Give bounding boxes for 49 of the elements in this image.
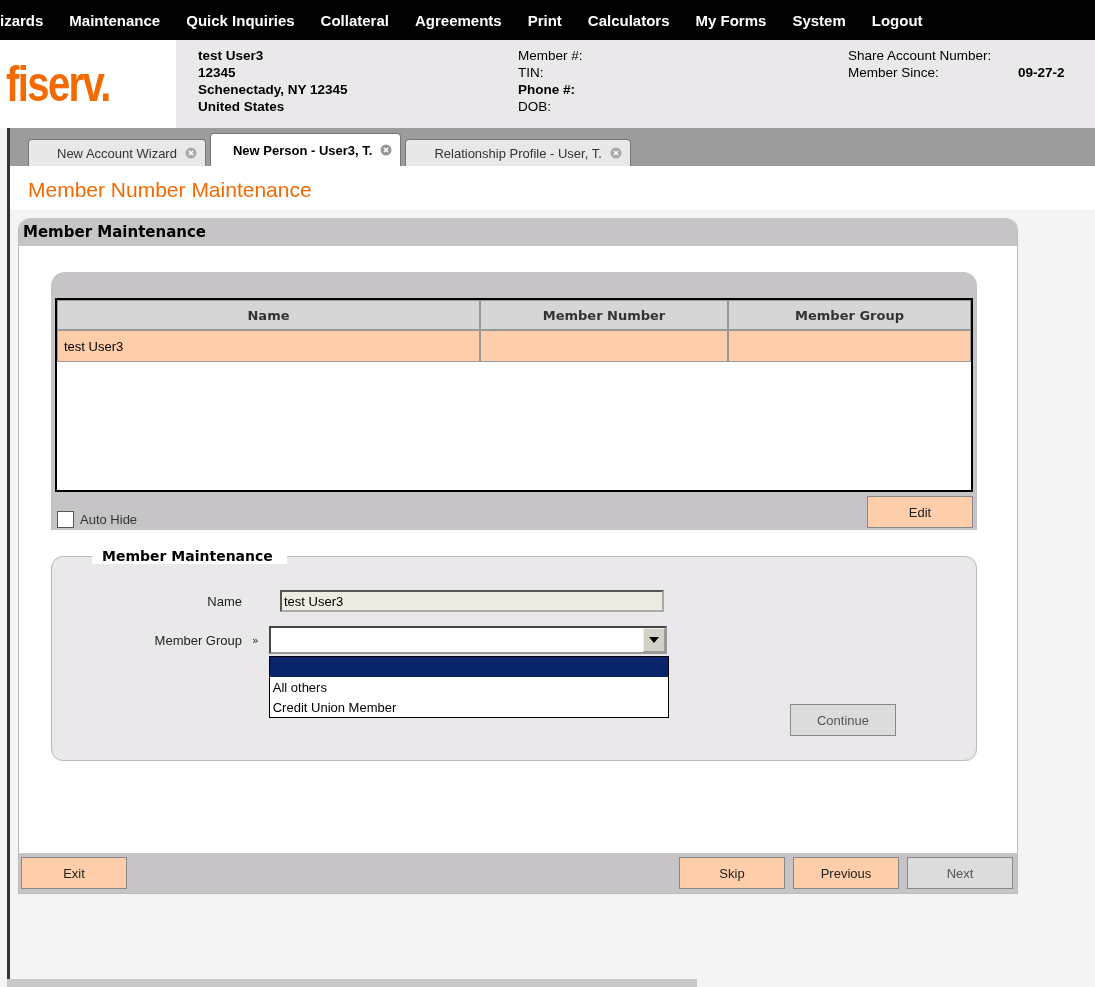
tab[interactable]: New Person - User3, T. <box>209 133 402 166</box>
caret-icon <box>648 637 659 643</box>
column-header: Member Group <box>728 300 971 330</box>
close-icon[interactable] <box>380 144 393 156</box>
table-cell[interactable]: test User3 <box>57 330 480 362</box>
logo: fiserv. <box>6 55 110 113</box>
panel-title: Member Maintenance <box>19 218 1017 246</box>
menu-item[interactable]: izards <box>0 11 44 29</box>
page-title: Member Number Maintenance <box>28 178 313 202</box>
column-header: Member Number <box>480 300 728 330</box>
required-marker: » <box>252 633 259 647</box>
table-cell[interactable] <box>480 330 728 362</box>
name-field[interactable]: test User3 <box>280 590 664 612</box>
account-field-label: Member Since: <box>848 65 940 80</box>
menu-item[interactable]: Logout <box>871 11 923 29</box>
column-header: Name <box>57 300 480 330</box>
member-field-label: Phone #: <box>518 82 576 97</box>
table-cell[interactable] <box>728 330 971 362</box>
edit-button[interactable]: Edit <box>867 496 973 528</box>
menu-item[interactable]: Print <box>527 11 562 29</box>
address-line: United States <box>198 99 286 114</box>
menu-item[interactable]: Maintenance <box>69 11 161 29</box>
footer-button[interactable]: Previous <box>793 857 899 889</box>
footer-button[interactable]: Exit <box>21 857 127 889</box>
member-field-label: Member #: <box>518 48 584 63</box>
address-line: Schenectady, NY 12345 <box>198 82 349 97</box>
address-line: test User3 <box>198 48 265 63</box>
scrollbar[interactable] <box>7 979 697 987</box>
menu-item[interactable]: Quick Inquiries <box>186 11 295 29</box>
form-legend: Member Maintenance <box>92 548 287 564</box>
field-label: Name <box>206 593 242 609</box>
footer-button[interactable]: Skip <box>679 857 785 889</box>
menu-item[interactable]: System <box>792 11 846 29</box>
menu-item[interactable]: Agreements <box>414 11 502 29</box>
close-icon[interactable] <box>609 147 622 159</box>
menu-item[interactable]: My Forms <box>695 11 767 29</box>
member-field-label: TIN: <box>518 65 545 80</box>
auto-hide-checkbox[interactable]: Auto Hide <box>57 511 138 528</box>
menu-item[interactable]: Collateral <box>320 11 389 29</box>
tab[interactable]: Relationship Profile - User, T. <box>405 139 631 166</box>
address-line: 12345 <box>198 65 237 80</box>
dropdown-option[interactable] <box>269 657 668 677</box>
close-icon[interactable] <box>184 147 197 159</box>
field-label: Member Group <box>153 632 242 648</box>
tab[interactable]: New Account Wizard <box>28 139 206 166</box>
account-field-label: Share Account Number: <box>848 48 993 63</box>
member-field-label: DOB: <box>518 99 552 114</box>
menu-item[interactable]: Calculators <box>587 11 670 29</box>
account-field-value: 09-27-2 <box>1018 65 1065 80</box>
